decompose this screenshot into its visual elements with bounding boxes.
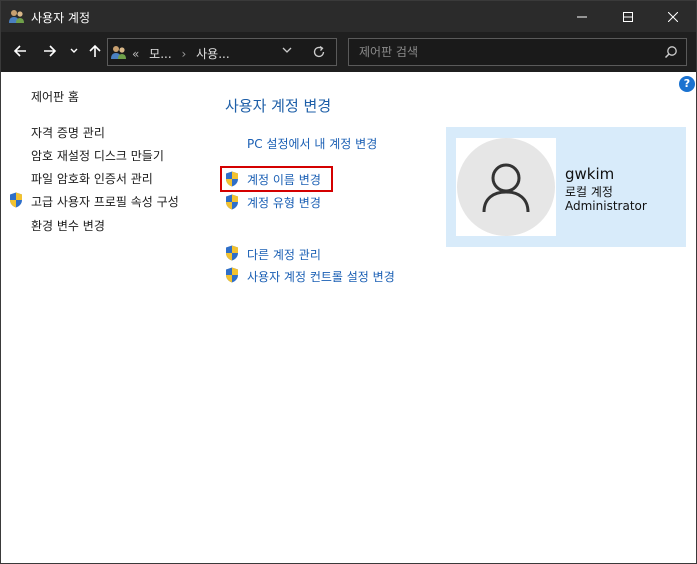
search-icon[interactable] <box>664 45 678 59</box>
maximize-icon <box>623 11 633 22</box>
uac-shield-icon <box>226 267 238 283</box>
address-bar[interactable]: « 모... › 사용... <box>107 38 337 66</box>
minimize-button-2[interactable] <box>559 1 605 32</box>
uac-shield-icon <box>226 245 238 261</box>
search-input[interactable] <box>349 39 649 65</box>
breadcrumb-overflow[interactable]: « <box>132 47 139 61</box>
maximize-button[interactable] <box>605 1 651 32</box>
recent-locations-button[interactable] <box>63 40 85 62</box>
arrow-left-icon <box>13 45 26 57</box>
user-icon <box>482 163 530 213</box>
avatar <box>456 138 556 236</box>
navigation-bar: « 모... › 사용... <box>1 32 696 72</box>
sidebar-item-password-reset-disk[interactable]: 암호 재설정 디스크 만들기 <box>31 147 164 164</box>
uac-shield-icon <box>10 192 22 208</box>
user-name: gwkim <box>565 165 615 183</box>
up-button[interactable] <box>84 40 106 62</box>
pc-settings-account-link[interactable]: PC 설정에서 내 계정 변경 <box>247 135 377 152</box>
user-accounts-window: 사용자 계정 « 모... › 사용... 제어판 검색 ? 제어판 홈 자격 … <box>0 0 697 564</box>
close-button[interactable] <box>650 1 696 32</box>
user-account-panel: gwkim 로컬 계정 Administrator <box>446 127 686 247</box>
sidebar-item-credential-manager[interactable]: 자격 증명 관리 <box>31 124 105 141</box>
uac-settings-link[interactable]: 사용자 계정 컨트롤 설정 변경 <box>247 268 395 285</box>
sidebar-item-file-encryption-certificates[interactable]: 파일 암호화 인증서 관리 <box>31 170 153 187</box>
users-icon <box>111 46 126 59</box>
chevron-down-icon <box>70 48 78 53</box>
close-icon <box>668 11 678 22</box>
change-account-type-link[interactable]: 계정 유형 변경 <box>247 194 321 211</box>
minimize-icon <box>577 16 587 17</box>
page-title: 사용자 계정 변경 <box>225 97 332 115</box>
manage-another-account-link[interactable]: 다른 계정 관리 <box>247 246 321 263</box>
refresh-icon[interactable] <box>312 45 326 59</box>
users-icon <box>9 10 24 23</box>
breadcrumb-item-control-panel[interactable]: 모... <box>149 47 171 61</box>
arrow-right-icon <box>44 45 57 57</box>
forward-button[interactable] <box>39 40 61 62</box>
sidebar-item-control-panel-home[interactable]: 제어판 홈 <box>31 88 79 105</box>
highlight-box <box>220 166 333 192</box>
account-type: 로컬 계정 <box>565 185 613 199</box>
breadcrumb-item-user-accounts[interactable]: 사용... <box>196 47 230 61</box>
breadcrumb: « 모... › 사용... <box>132 45 230 62</box>
sidebar-item-advanced-profile-properties[interactable]: 고급 사용자 프로필 속성 구성 <box>31 193 179 210</box>
breadcrumb-separator: › <box>181 47 187 61</box>
chevron-down-icon[interactable] <box>282 46 292 54</box>
back-button[interactable] <box>9 40 31 62</box>
uac-shield-icon <box>226 194 238 210</box>
sidebar-item-environment-variables[interactable]: 환경 변수 변경 <box>31 217 105 234</box>
search-box[interactable] <box>348 38 687 66</box>
arrow-up-icon <box>89 44 101 57</box>
account-role: Administrator <box>565 199 647 213</box>
window-title: 사용자 계정 <box>31 11 91 25</box>
help-button[interactable]: ? <box>679 76 695 92</box>
